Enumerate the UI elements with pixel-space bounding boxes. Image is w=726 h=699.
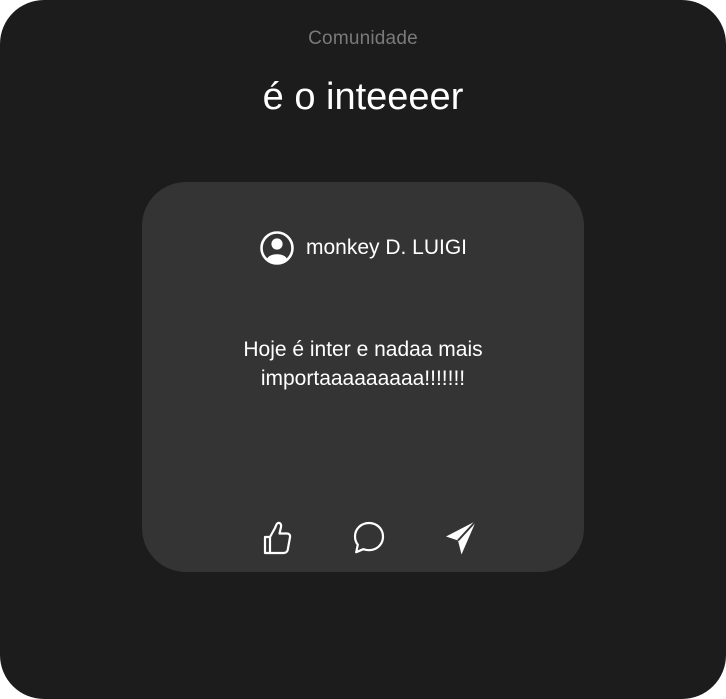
post-card: monkey D. LUIGI Hoje é inter e nadaa mai… xyxy=(142,182,584,572)
section-label: Comunidade xyxy=(308,28,418,49)
user-circle-icon xyxy=(260,231,294,265)
comment-bubble-icon xyxy=(353,521,385,554)
like-button[interactable] xyxy=(257,518,297,558)
post-actions xyxy=(142,518,584,558)
thumbs-up-icon xyxy=(263,521,292,555)
page-title: é o inteeeer xyxy=(262,76,464,118)
send-icon xyxy=(446,520,477,555)
post-author[interactable]: monkey D. LUIGI xyxy=(142,230,584,266)
comment-button[interactable] xyxy=(349,518,389,558)
post-text: Hoje é inter e nadaa mais importaaaaaaaa… xyxy=(243,338,483,390)
community-screen: Comunidade é o inteeeer monkey D. LUIGI … xyxy=(0,0,726,699)
share-button[interactable] xyxy=(441,518,481,558)
author-name: monkey D. LUIGI xyxy=(305,236,468,259)
